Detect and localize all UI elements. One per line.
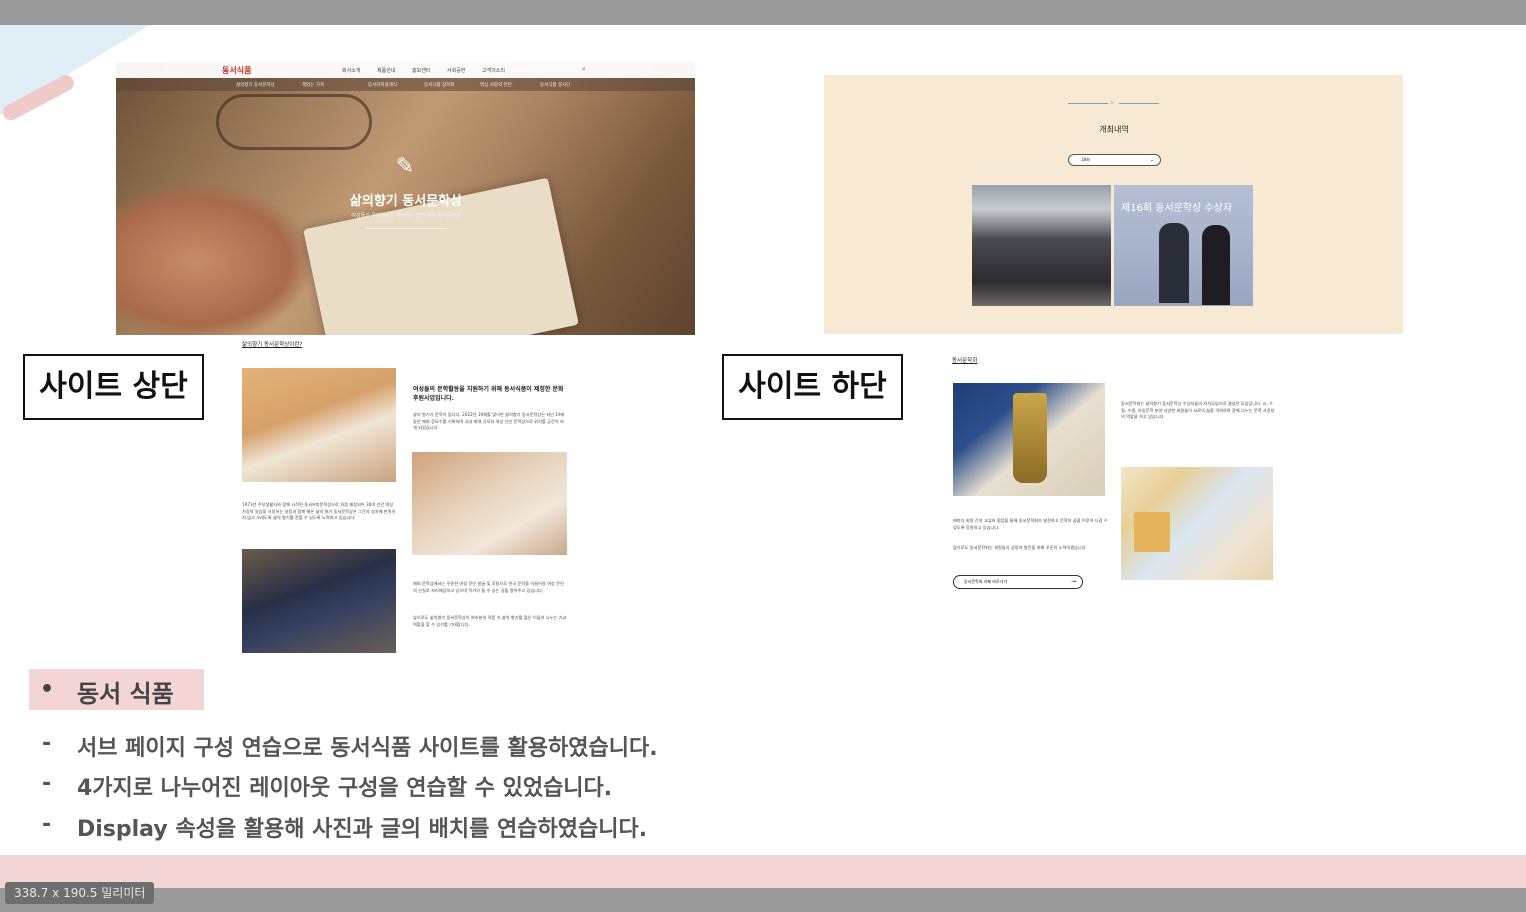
year-select[interactable]: 18회 ⌄	[1068, 154, 1161, 166]
bottom-accent-bar	[0, 855, 1526, 888]
person-figure	[1202, 225, 1230, 305]
note-dash: -	[42, 731, 52, 756]
intro-history: 1973년 주부생활사와 함께 시작된 동서커피문학상으로 처음 제정되어 30…	[242, 502, 396, 520]
glasses-image	[216, 94, 372, 150]
history-title: 개최내역	[1099, 125, 1129, 134]
site-logo[interactable]: 동서식품	[222, 65, 251, 76]
nav-item-customer[interactable]: 고객의소리	[482, 67, 505, 74]
nav-item-social[interactable]: 사회공헌	[447, 67, 465, 74]
intro-mission: 매회 문학상에서는 꾸준한 여성 문인 발굴 및 후원으로 한국 문학을 이끌어…	[413, 581, 564, 593]
divider	[1068, 103, 1108, 104]
subnav-item[interactable]: 동서커피클래식	[368, 82, 397, 88]
intro-closing: 앞으로도 삶의향기 동서문학상이 여러분의 작품 속 삶의 향기를 많은 이들과…	[413, 615, 567, 627]
group-photo	[972, 185, 1111, 306]
intro-body: 삶의 향기가 문학이 됩니다. 2022년 19회를 맞이한 삶의향기 동서문학…	[413, 412, 565, 430]
subnav-item[interactable]: 동서식품 봉사단	[540, 82, 570, 88]
notes-title: 동서 식품	[77, 680, 174, 708]
nav-item-pr[interactable]: 홍보센터	[412, 67, 430, 74]
ornament-icon: ∞	[1110, 100, 1115, 106]
note-item: 4가지로 나누어진 레이아웃 구성을 연습할 수 있었습니다.	[77, 776, 613, 801]
cafe-link-button[interactable]: 동서문학회 카페 바로가기 →	[953, 575, 1083, 589]
cafe-link-label: 동서문학회 카페 바로가기	[964, 579, 1008, 584]
hero-subtitle: 여성들의 문학활동을 지원하는 삶의 향기 동서문학상	[351, 213, 461, 219]
note-dash: -	[42, 812, 52, 837]
heart-hands-photo	[412, 452, 567, 555]
note-item: 서브 페이지 구성 연습으로 동서식품 사이트를 활용하였습니다.	[77, 736, 658, 761]
site-nav	[116, 62, 695, 78]
intro-heading: 삶의향기 동서문학상이란?	[242, 342, 303, 348]
year-select-value: 18회	[1081, 157, 1090, 162]
divider	[1119, 103, 1159, 104]
hero-banner: 동서식품 회사소개 제품안내 홍보센터 사회공헌 고객의소리 ⌕ 삶의향기 동서…	[116, 62, 695, 335]
label-site-top: 사이트 상단	[23, 354, 204, 420]
literary-text: 해마다 회원 간의 교류와 협업을 통해 동서문학회가 발전하고 문학의 꿈을 …	[953, 518, 1108, 530]
bottom-frame-bar	[0, 888, 1526, 912]
literary-heading: 동서문학회	[952, 358, 978, 364]
nav-item-company[interactable]: 회사소개	[342, 67, 360, 74]
top-frame-bar	[0, 0, 1526, 25]
hand-image	[116, 182, 316, 335]
notes-bullet: •	[40, 677, 55, 702]
quill-icon: ✎	[395, 154, 415, 179]
search-icon[interactable]: ⌕	[582, 65, 586, 74]
maxim-box-image	[1134, 512, 1170, 552]
stage-banner-text: 제16회 동서문학상 수상자	[1121, 203, 1233, 214]
page-size-readout: 338.7 x 190.5 밀리미터	[5, 882, 155, 904]
nav-item-products[interactable]: 제품안내	[377, 67, 395, 74]
note-dash: -	[42, 771, 52, 796]
writing-photo	[242, 368, 396, 482]
subnav-item[interactable]: 책읽는 가족	[302, 82, 324, 88]
chevron-down-icon: ⌄	[1149, 157, 1154, 163]
site-subnav	[116, 78, 695, 91]
arrow-right-icon: →	[1070, 578, 1076, 585]
literary-intro: 동서문학회는 삶의향기 동서문학상 수상자들의 자치모임으로 결성된 모임입니다…	[1121, 401, 1275, 419]
note-item: Display 속성을 활용해 사진과 글의 배치를 연습하였습니다.	[77, 817, 648, 842]
literary-text: 앞으로도 동서문학회는 회원들의 성장과 발전을 위해 꾸준히 노력하겠습니다.	[953, 545, 1087, 550]
hero-title: 삶의향기 동서문학상	[349, 194, 463, 209]
winners-photo	[242, 549, 396, 653]
site-bottom-screenshot: ∞ 개최내역 18회 ⌄ 제16회 동서문학상 수상자 동서문학회 동서문학회는…	[824, 75, 1403, 595]
subnav-item[interactable]: 맥심 사랑의 연탄	[480, 82, 512, 88]
subnav-item[interactable]: 삶의향기 동서문학상	[236, 82, 275, 88]
person-figure	[1159, 223, 1189, 303]
trophy-cup	[1013, 393, 1047, 483]
intro-lead: 여성들의 문학활동을 지원하기 위해 동서식품이 제정한 문화후원사업입니다.	[413, 386, 564, 402]
subnav-item[interactable]: 동서식품 장학회	[424, 82, 454, 88]
hero-divider	[366, 228, 446, 229]
